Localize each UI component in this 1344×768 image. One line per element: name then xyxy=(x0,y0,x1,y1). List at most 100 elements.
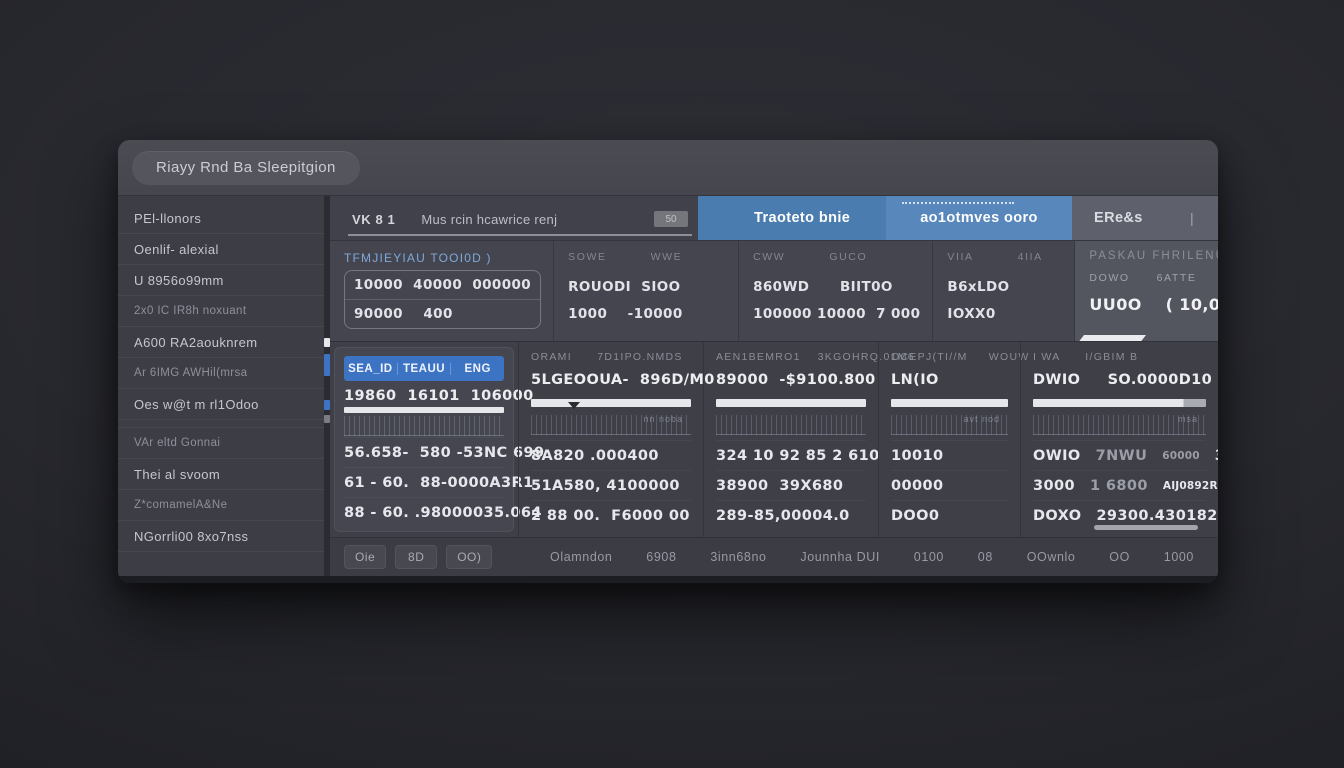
grid-column-e: I WA I/GBIM BDWIO SO.0000D10msaOWIO7NWU6… xyxy=(1020,342,1218,537)
summary-line: 100000 10000 7 000 xyxy=(753,303,920,325)
data-grid: SEA_IDTEAUUENG19860 16101 106000 56.658- … xyxy=(330,341,1218,537)
summary-values-box: 10000 40000 00000090000 400 xyxy=(344,270,541,329)
tab-inactive-label: ERe&s xyxy=(1094,210,1143,226)
footer-status-item[interactable]: OO xyxy=(1101,545,1138,569)
search-suffix-badge: 50 xyxy=(654,211,688,227)
footer-status-item[interactable]: OOwnlo xyxy=(1019,545,1084,569)
column-rows: 324 10 92 85 2 61038900 39X680289-85,000… xyxy=(716,440,866,530)
summary-panel-a: TFMJIEYIAU TOOI0D ) 10000 40000 00000090… xyxy=(330,241,553,341)
summary-values-e: UU0O ( 10,00,000 xyxy=(1089,294,1218,316)
column-headline: 89000 -$9100.800 xyxy=(716,372,866,388)
summary-link[interactable]: TFMJIEYIAU TOOI0D ) xyxy=(344,251,541,265)
white-progress-bar xyxy=(344,407,504,413)
table-row[interactable]: DOO0 xyxy=(891,500,1008,530)
table-row[interactable]: 30001 6800AIJ0892R xyxy=(1033,470,1206,500)
summary-header: GUCO xyxy=(829,251,867,263)
search-field-label: VK 8 1 xyxy=(352,212,395,227)
white-progress-bar xyxy=(891,399,1008,407)
title-bar: Riayy Rnd Ba Sleepitgion xyxy=(118,140,1218,196)
sidebar-item[interactable]: Ar 6IMG AWHil(mrsa xyxy=(118,358,324,389)
cell-value: 324 10 92 85 2 610 xyxy=(716,448,880,464)
summary-values-b: ROUODI SIOO1000 -10000 xyxy=(568,276,726,325)
sidebar-item[interactable]: Oes w@t m rl1Odoo xyxy=(118,389,324,420)
table-row[interactable]: OWIO7NWU600003D xyxy=(1033,440,1206,470)
table-row[interactable]: 38900 39X680 xyxy=(716,470,866,500)
sidebar-item[interactable]: Thei al svoom xyxy=(118,459,324,490)
cell-value: 3D xyxy=(1215,448,1218,464)
table-row[interactable]: 00000 xyxy=(891,470,1008,500)
column-headline: DWIO SO.0000D10 xyxy=(1033,372,1206,388)
footer-button[interactable]: OO) xyxy=(446,545,492,569)
tab-inactive[interactable]: ERe&s | xyxy=(1072,196,1218,240)
summary-band: TFMJIEYIAU TOOI0D ) 10000 40000 00000090… xyxy=(330,240,1218,341)
footer-status-item[interactable]: Olamndon xyxy=(542,545,620,569)
footer-button[interactable]: Oie xyxy=(344,545,386,569)
table-row[interactable]: 8A820 .000400 xyxy=(531,440,691,470)
grid-columns: SEA_IDTEAUUENG19860 16101 106000 56.658- … xyxy=(330,342,1218,537)
sidebar-item[interactable]: U 8956o99mm xyxy=(118,265,324,296)
cell-value: 61 - 60. 88-0000A3R1 xyxy=(344,475,534,491)
summary-header: 6ATTE xyxy=(1157,272,1197,284)
header-chip[interactable]: SEA_ID xyxy=(344,363,397,375)
white-progress-bar xyxy=(1033,399,1206,407)
summary-header: VIIA xyxy=(947,251,973,263)
footer-status-item[interactable]: 3inn68no xyxy=(702,545,774,569)
footer-button[interactable]: 8D xyxy=(395,545,437,569)
search-value[interactable]: Mus rcin hcawrice renj xyxy=(421,212,628,227)
footer-status-item[interactable]: 08 xyxy=(970,545,1001,569)
window-bottom-edge xyxy=(118,576,1218,583)
footer-status-item[interactable]: 1000 xyxy=(1156,545,1202,569)
sidebar-item[interactable]: Oenlif- alexial xyxy=(118,234,324,265)
summary-headers-c: CWWGUCO xyxy=(753,251,920,263)
sidebar-item[interactable]: A600 RA2aouknrem xyxy=(118,327,324,358)
tab-primary[interactable]: Traoteto bnie xyxy=(698,196,886,240)
white-progress-bar xyxy=(716,399,866,407)
table-row[interactable]: 10010 xyxy=(891,440,1008,470)
column-header: AEN1BEMRO1 3KGOHRQ.01M6 xyxy=(716,351,866,363)
table-row[interactable]: 51A580, 4100000 xyxy=(531,470,691,500)
cell-value: DOO0 xyxy=(891,508,939,524)
table-row[interactable]: 61 - 60. 88-0000A3R1 xyxy=(344,467,504,497)
tick-note: avt nod xyxy=(963,414,1000,424)
grid-column-head: AEN1BEMRO1 3KGOHRQ.01M6 89000 -$9100.800 xyxy=(716,342,866,396)
window-title-pill: Riayy Rnd Ba Sleepitgion xyxy=(132,151,360,185)
summary-line: 90000 400 xyxy=(345,299,540,328)
summary-panel-result: PASKAU FHRILENUX DOWO6ATTE6M D UU0O ( 10… xyxy=(1074,241,1218,341)
tick-band-row: avt nod xyxy=(891,410,1008,440)
sort-notch-icon xyxy=(568,402,580,409)
column-header: ORAMI 7D1IPO.NMDS xyxy=(531,351,691,363)
summary-header: 4IIA xyxy=(1018,251,1043,263)
main-area: VK 8 1 Mus rcin hcawrice renj 50 Traotet… xyxy=(330,196,1218,576)
horizontal-scrollbar[interactable] xyxy=(1094,525,1198,530)
summary-headers-b: SOWEWWE xyxy=(568,251,726,263)
grid-column-head: ORAMI 7D1IPO.NMDS5LGEOOUA- 896D/M0 xyxy=(531,342,691,396)
table-row[interactable]: 324 10 92 85 2 610 xyxy=(716,440,866,470)
table-row[interactable]: 88 - 60. .98000035.064 xyxy=(344,497,504,527)
cell-value: 56.658- 580 -53NC 699 xyxy=(344,445,544,461)
footer-status-item[interactable]: 0100 xyxy=(906,545,952,569)
selected-header-chip-bar[interactable]: SEA_IDTEAUUENG xyxy=(344,356,504,381)
footer-status-item[interactable]: Jounnha DUI xyxy=(792,545,888,569)
sidebar-item[interactable]: VAr eltd Gonnai xyxy=(118,427,324,459)
sidebar-item[interactable]: NGorrli00 8xo7nss xyxy=(118,521,324,552)
table-row[interactable]: 56.658- 580 -53NC 699 xyxy=(344,437,504,467)
sidebar-item[interactable]: PEl-llonors xyxy=(118,203,324,234)
sidebar-item[interactable]: Z*comamelA&Ne xyxy=(118,490,324,521)
summary-header: WWE xyxy=(651,251,683,263)
summary-line: 1000 -10000 xyxy=(568,303,726,325)
header-chip[interactable]: TEAUU xyxy=(397,363,451,375)
grid-column-d: OCEPJ(TI//M WOUWLN(IOavt nod1001000000DO… xyxy=(878,342,1020,537)
column-rows: OWIO7NWU600003D30001 6800AIJ0892RDOXO293… xyxy=(1033,440,1206,530)
grid-column-head: SEA_IDTEAUUENG19860 16101 106000 xyxy=(344,352,504,404)
table-row[interactable]: 2 88 00. F6000 00 xyxy=(531,500,691,530)
footer-status-item[interactable]: 6908 xyxy=(638,545,684,569)
table-row[interactable]: 289-85,00004.0 xyxy=(716,500,866,530)
column-header: OCEPJ(TI//M WOUW xyxy=(891,351,1008,363)
search-zone: VK 8 1 Mus rcin hcawrice renj 50 xyxy=(330,196,698,240)
sidebar-item[interactable]: 2x0 IC IR8h noxuant xyxy=(118,296,324,327)
header-chip[interactable]: ENG xyxy=(450,363,504,375)
tick-band-row: msa xyxy=(1033,410,1206,440)
tab-secondary[interactable]: ao1otmves ooro xyxy=(886,196,1072,240)
summary-panel-d: VIIA4IIA B6xLDOIOXX0 xyxy=(932,241,1074,341)
search-input[interactable]: VK 8 1 Mus rcin hcawrice renj 50 xyxy=(348,204,692,236)
